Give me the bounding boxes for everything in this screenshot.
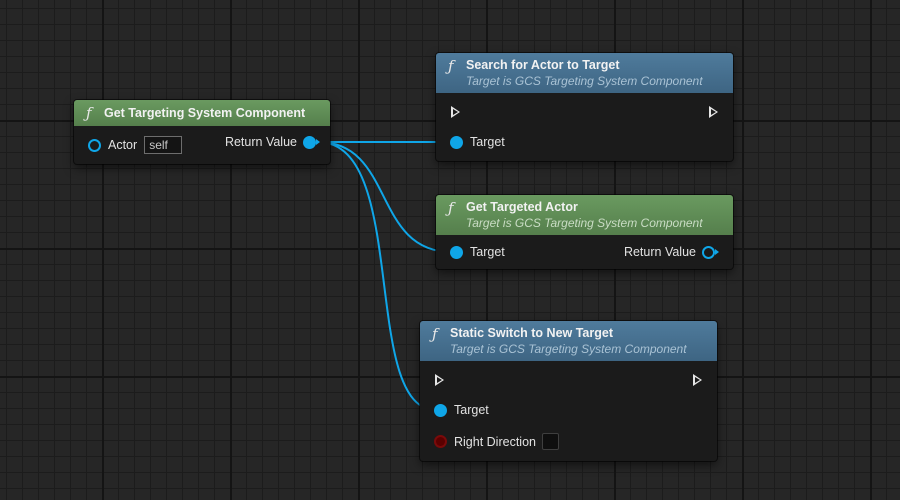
exec-output-pin[interactable] xyxy=(693,374,702,386)
exec-output-pin[interactable] xyxy=(709,106,718,118)
node-header[interactable]: ƒ Static Switch to New Target Target is … xyxy=(420,321,717,361)
actor-input-pin[interactable] xyxy=(88,138,101,152)
blueprint-graph-canvas[interactable]: ƒ Get Targeting System Component Actor s… xyxy=(0,0,900,500)
pin-row-target: Target xyxy=(450,135,505,149)
node-get-targeted-actor[interactable]: ƒ Get Targeted Actor Target is GCS Targe… xyxy=(436,195,733,269)
return-value-output-pin[interactable] xyxy=(303,135,320,149)
right-direction-checkbox[interactable] xyxy=(541,433,559,450)
function-icon: ƒ xyxy=(86,104,92,122)
node-subtitle: Target is GCS Targeting System Component xyxy=(450,342,687,356)
pin-label: Target xyxy=(470,135,505,149)
node-static-switch-to-new-target[interactable]: ƒ Static Switch to New Target Target is … xyxy=(420,321,717,461)
pin-label: Actor xyxy=(108,138,138,152)
pin-row-target: Target xyxy=(450,245,505,259)
target-input-pin[interactable] xyxy=(450,135,463,149)
pin-row-right-direction: Right Direction xyxy=(434,433,559,450)
target-input-pin[interactable] xyxy=(434,403,447,417)
actor-default-field[interactable]: self xyxy=(144,136,183,154)
node-header[interactable]: ƒ Get Targeted Actor Target is GCS Targe… xyxy=(436,195,733,235)
pin-label: Right Direction xyxy=(454,434,536,449)
function-icon: ƒ xyxy=(448,199,454,217)
pin-label: Target xyxy=(454,403,489,417)
pin-label: Return Value xyxy=(623,245,696,259)
pin-row-return-value: Return Value xyxy=(623,245,719,259)
node-header[interactable]: ƒ Search for Actor to Target Target is G… xyxy=(436,53,733,93)
node-search-for-actor-to-target[interactable]: ƒ Search for Actor to Target Target is G… xyxy=(436,53,733,161)
right-direction-input-pin[interactable] xyxy=(434,435,447,448)
exec-input-pin[interactable] xyxy=(451,106,460,118)
node-subtitle: Target is GCS Targeting System Component xyxy=(466,216,703,230)
exec-input-pin[interactable] xyxy=(435,374,444,386)
node-header[interactable]: ƒ Get Targeting System Component xyxy=(74,100,330,126)
wire-to-get-targeted-actor xyxy=(317,141,453,253)
node-title: Static Switch to New Target xyxy=(450,326,613,340)
pin-label: Return Value xyxy=(224,135,297,149)
node-get-targeting-system-component[interactable]: ƒ Get Targeting System Component Actor s… xyxy=(74,100,330,164)
pin-row-return-value: Return Value xyxy=(224,135,320,149)
target-input-pin[interactable] xyxy=(450,245,463,259)
function-icon: ƒ xyxy=(432,325,438,343)
pin-label: Target xyxy=(470,245,505,259)
return-value-output-pin[interactable] xyxy=(702,245,719,259)
node-title: Get Targeting System Component xyxy=(104,106,306,120)
pin-row-target: Target xyxy=(434,403,489,417)
wire-to-static-switch xyxy=(317,141,437,411)
node-title: Get Targeted Actor xyxy=(466,200,578,214)
node-title: Search for Actor to Target xyxy=(466,58,620,72)
node-subtitle: Target is GCS Targeting System Component xyxy=(466,74,703,88)
pin-row-actor: Actor self xyxy=(88,136,183,154)
function-icon: ƒ xyxy=(448,57,454,75)
